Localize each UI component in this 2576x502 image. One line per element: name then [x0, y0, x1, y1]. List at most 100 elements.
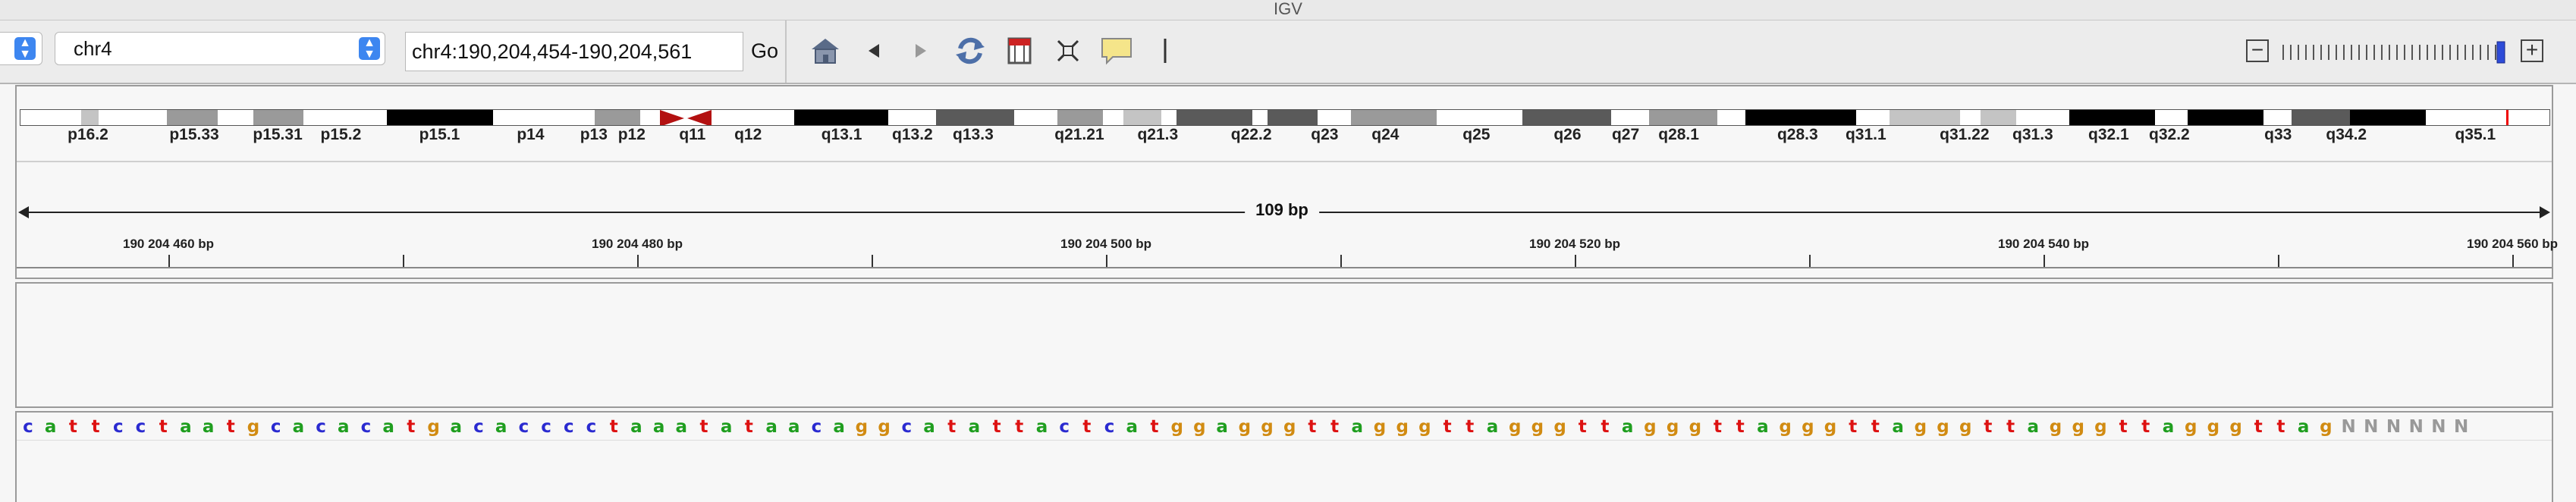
cytoband	[1014, 110, 1058, 125]
ruler-baseline	[17, 267, 2552, 268]
chromosome-select[interactable]: chr4 ▲ ▼	[55, 32, 385, 65]
cytoband	[2291, 110, 2351, 125]
cytoband-label: q11	[679, 126, 706, 143]
cytoband	[20, 110, 83, 125]
cytoband-label: q25	[1462, 126, 1491, 143]
arrow-left-icon	[18, 206, 29, 218]
current-locus-marker	[2506, 110, 2509, 125]
cytoband-label: q13.2	[892, 126, 933, 143]
back-icon[interactable]	[856, 33, 892, 69]
roi-icon[interactable]	[1001, 33, 1038, 69]
cytoband	[1745, 110, 1858, 125]
ruler-tick-label: 190 204 500 bp	[1060, 237, 1152, 251]
cytoband	[99, 110, 168, 125]
cytoband-label: q31.3	[2012, 126, 2053, 143]
ruler-icon[interactable]	[1147, 33, 1183, 69]
window-title: IGV	[0, 0, 2576, 20]
cytoband	[1611, 110, 1651, 125]
home-icon[interactable]	[807, 33, 843, 69]
cytoband-label: p16.2	[68, 126, 108, 143]
cytoband	[639, 110, 661, 125]
cytoband	[935, 110, 1016, 125]
cytoband-label: q28.1	[1658, 126, 1699, 143]
cytoband-label: q24	[1371, 126, 1400, 143]
cytoband	[253, 110, 305, 125]
cytoband	[218, 110, 254, 125]
cytoband	[2069, 110, 2156, 125]
locus-input[interactable]: chr4:190,204,454-190,204,561	[405, 32, 743, 71]
ruler-tick	[872, 255, 873, 267]
ruler-tick	[1575, 255, 1576, 267]
cytoband-label: q34.2	[2326, 126, 2367, 143]
ruler-tick	[1809, 255, 1811, 267]
cytoband-label: q31.22	[1940, 126, 1990, 143]
cytoband	[1102, 110, 1124, 125]
cytoband	[167, 110, 219, 125]
cytoband	[1123, 110, 1162, 125]
chevron-updown-icon: ▲ ▼	[359, 37, 380, 61]
zoom-slider[interactable]	[2280, 39, 2508, 66]
ruler-tick	[1106, 255, 1107, 267]
cytoband-label: q33	[2264, 126, 2292, 143]
ruler-tick-label: 190 204 560 bp	[2466, 237, 2559, 251]
chromosome-select-value: chr4	[74, 37, 112, 60]
cytoband	[493, 110, 568, 125]
cytoband-label: q26	[1553, 126, 1582, 143]
refresh-icon[interactable]	[952, 33, 988, 69]
ruler-tick	[403, 255, 404, 267]
cytoband	[303, 110, 388, 125]
chromosome-ideogram[interactable]: p16.2 p15.33 p15.31 p15.2 p15.1 p14 p13 p12 q11 q…	[20, 109, 2550, 155]
cytoband-label: p15.2	[320, 126, 362, 143]
cytoband	[2015, 110, 2070, 125]
cytoband-label: p13	[580, 126, 608, 143]
zoom-in-button[interactable]: +	[2517, 33, 2547, 69]
panel-divider	[17, 440, 2552, 441]
centromere-marker	[659, 110, 712, 125]
cytoband	[1437, 110, 1524, 125]
cytoband-label: q13.1	[821, 126, 862, 143]
zoom-slider-thumb[interactable]	[2496, 41, 2505, 64]
cytoband	[794, 110, 889, 125]
cytoband-label: p15.31	[253, 126, 303, 143]
ruler-tick	[637, 255, 639, 267]
cytoband-label: q32.2	[2149, 126, 2190, 143]
ruler-tick	[2278, 255, 2279, 267]
cytoband	[1889, 110, 1962, 125]
forward-icon[interactable]	[903, 33, 939, 69]
zoom-out-button[interactable]: −	[2242, 33, 2273, 69]
cytoband	[1176, 110, 1253, 125]
cytoband	[887, 110, 937, 125]
genome-select[interactable]: ▲ ▼	[0, 32, 42, 65]
ruler-tick	[1340, 255, 1342, 267]
cytoband	[1267, 110, 1319, 125]
cytoband	[387, 110, 495, 125]
cytoband-label: q23	[1311, 126, 1339, 143]
ruler[interactable]: 109 bp 190 204 460 bp 190 204 480 bp 190 20…	[17, 162, 2558, 281]
cytoband-label: q27	[1611, 126, 1640, 143]
cytoband	[1856, 110, 1890, 125]
data-panel	[15, 282, 2553, 408]
cytoband	[728, 110, 796, 125]
go-button[interactable]: Go	[751, 34, 781, 67]
cytoband-label: q31.1	[1845, 126, 1886, 143]
cytoband-label: q32.1	[2088, 126, 2129, 143]
cytoband	[1649, 110, 1719, 125]
ruler-tick-label: 190 204 540 bp	[1997, 237, 2090, 251]
cytoband	[1318, 110, 1352, 125]
cytoband	[2425, 110, 2512, 125]
zoom-in-label: +	[2521, 39, 2543, 62]
ruler-tick	[168, 255, 170, 267]
cytoband-label: q21.21	[1054, 126, 1104, 143]
cytoband	[1057, 110, 1104, 125]
ruler-tick	[2512, 255, 2514, 267]
arrow-right-icon	[2540, 206, 2550, 218]
popup-info-icon[interactable]	[1098, 33, 1135, 69]
ruler-tick	[2044, 255, 2045, 267]
resize-icon[interactable]	[1050, 33, 1086, 69]
cytoband	[2349, 110, 2427, 125]
cytoband	[2263, 110, 2292, 125]
cytoband-label: q13.3	[953, 126, 994, 143]
chevron-updown-icon: ▲ ▼	[14, 37, 36, 61]
header-panel: p16.2 p15.33 p15.31 p15.2 p15.1 p14 p13 p12 q11 q…	[15, 85, 2558, 281]
ruler-tick-label: 190 204 520 bp	[1528, 237, 1621, 251]
